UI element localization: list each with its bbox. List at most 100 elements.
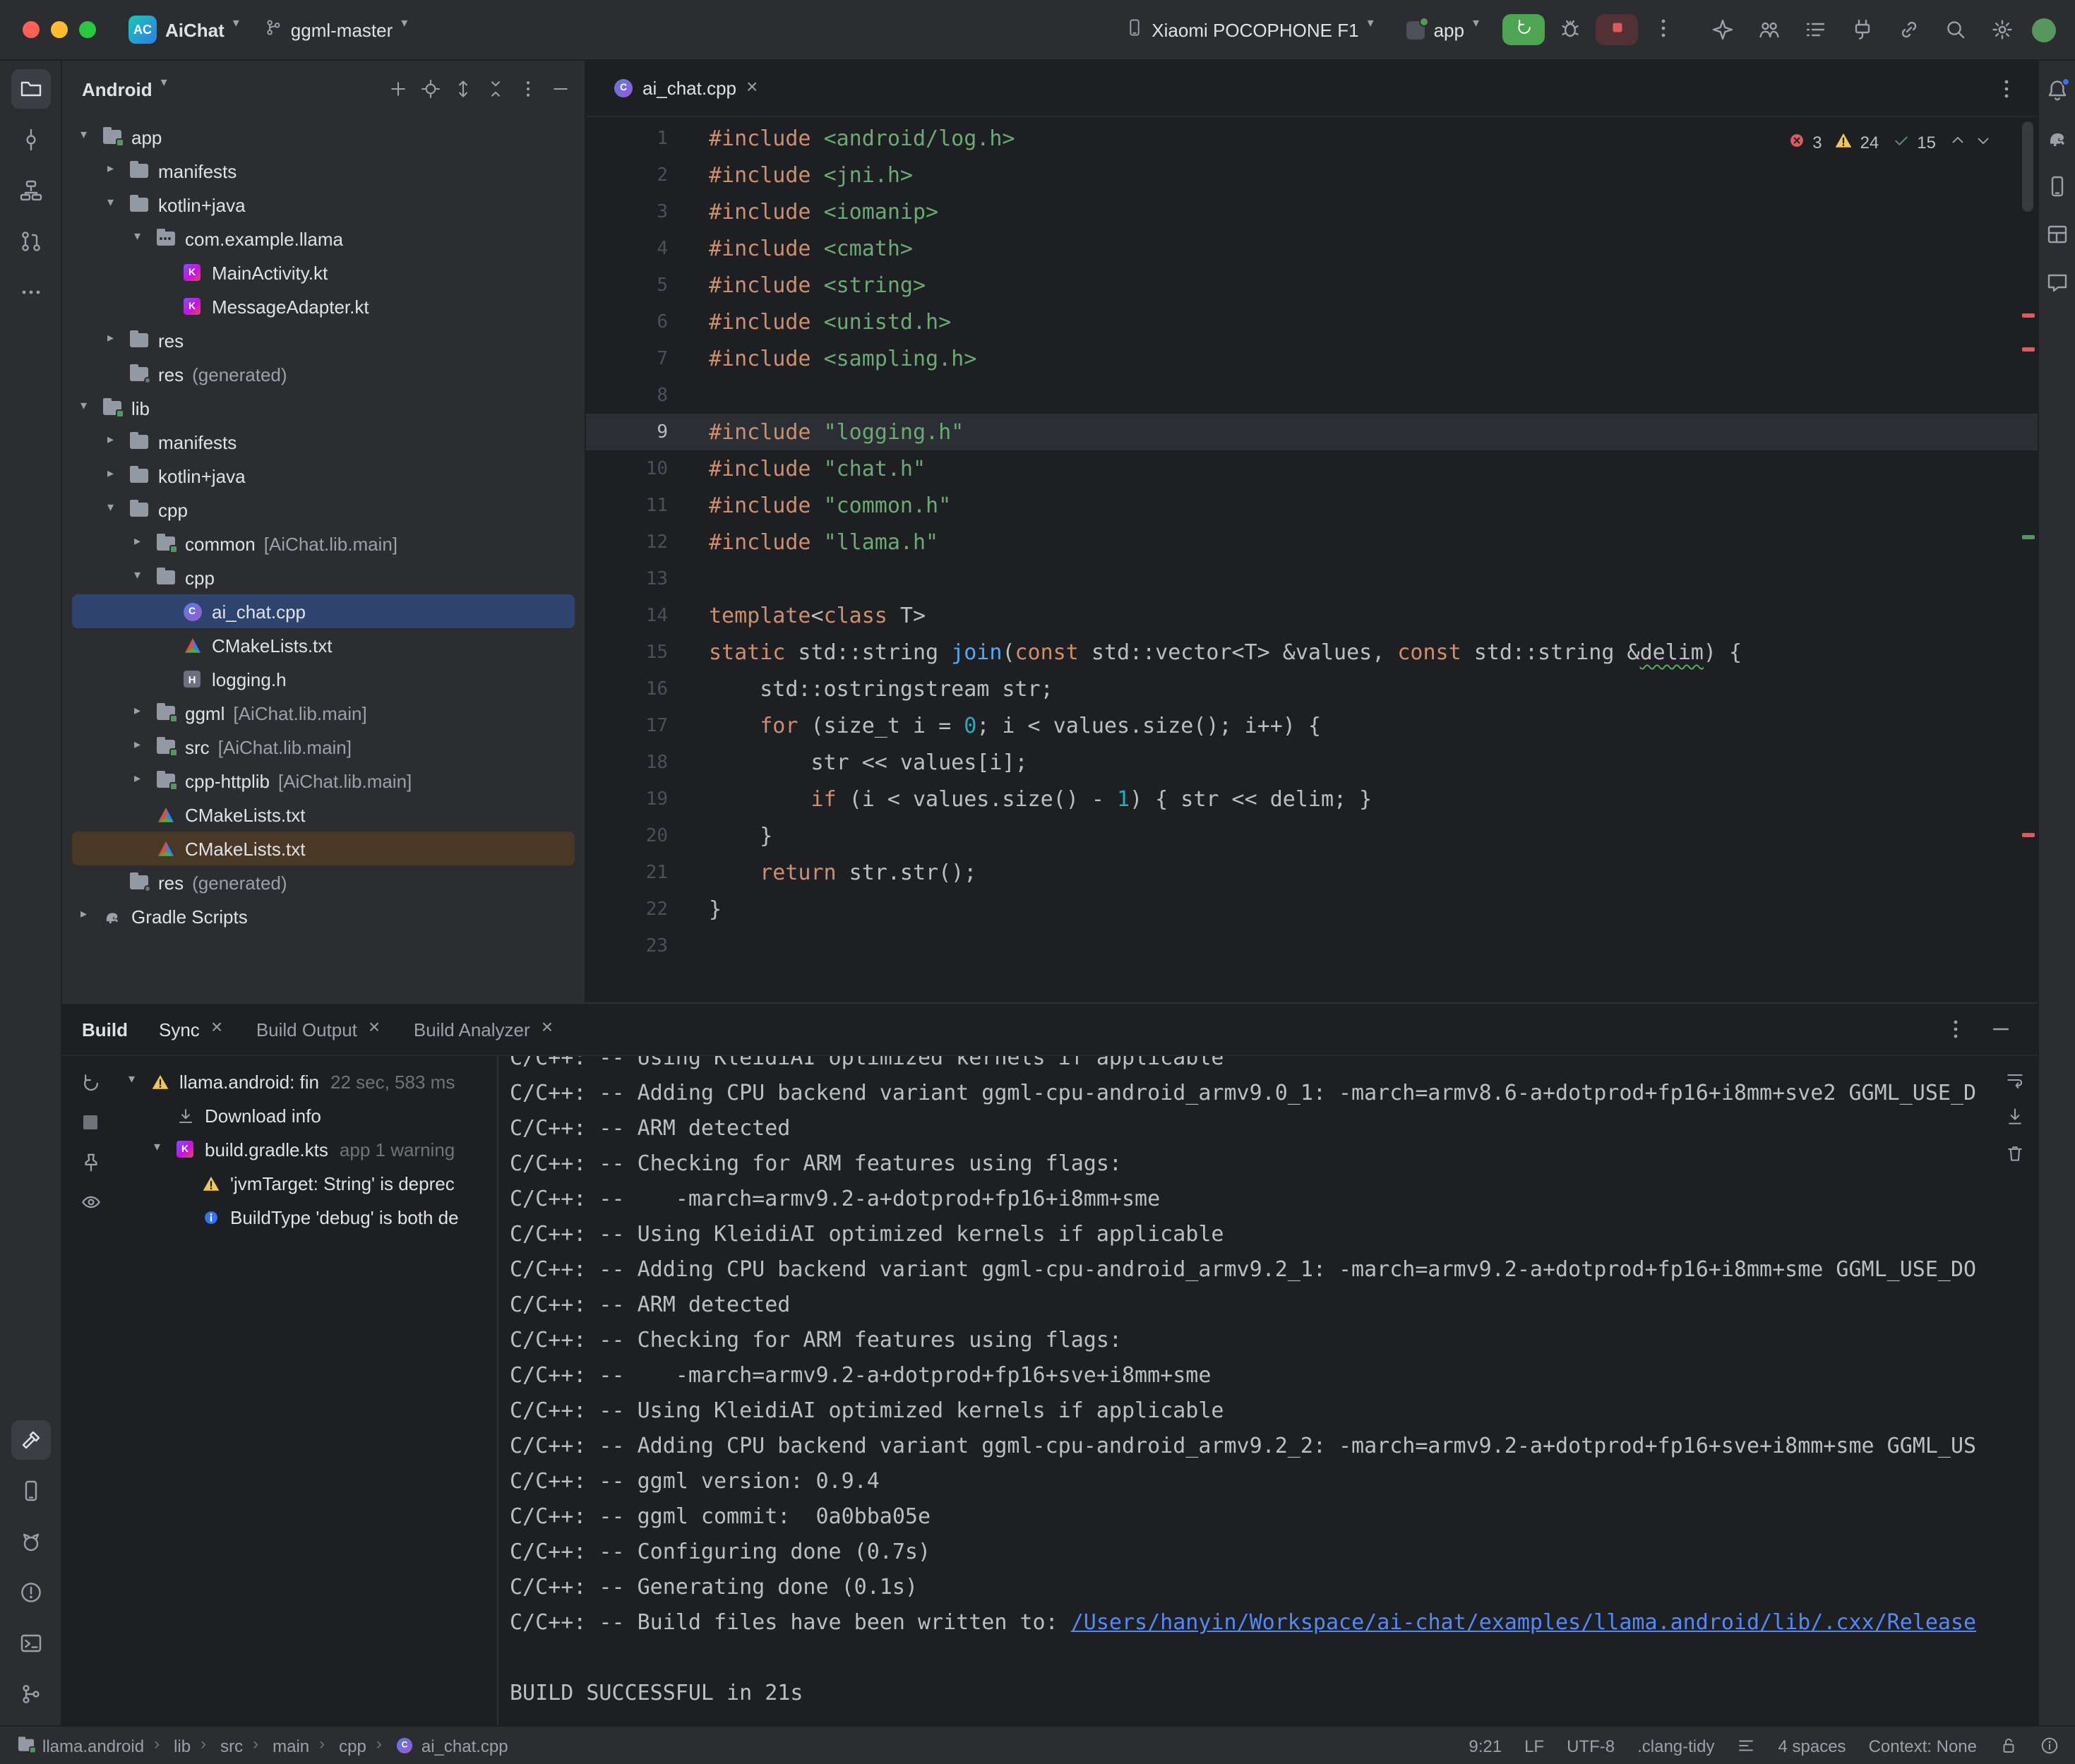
lock-icon[interactable] [1999, 1736, 2018, 1755]
caret-position[interactable]: 9:21 [1469, 1736, 1502, 1756]
build-tool-button[interactable] [11, 1420, 50, 1460]
code-area[interactable]: 1#include <android/log.h>2#include <jni.… [586, 117, 2038, 1002]
tree-item-app[interactable]: app [72, 120, 575, 154]
breadcrumb-item-ai-chat-cpp[interactable]: Cai_chat.cpp [396, 1736, 508, 1756]
minimize-window-button[interactable] [51, 21, 68, 38]
clear-console-button[interactable] [1999, 1138, 2031, 1169]
editor-tab[interactable]: C ai_chat.cpp [600, 61, 775, 116]
build-tab-build-output[interactable]: Build Output [256, 1019, 383, 1040]
search-button[interactable] [1939, 13, 1973, 47]
gradle-tool-button[interactable] [2042, 123, 2073, 154]
tree-item-res[interactable]: res(generated) [72, 865, 575, 899]
run-config-selector[interactable]: app [1397, 15, 1494, 44]
error-stripe-mark[interactable] [2022, 347, 2035, 352]
hide-build-panel-button[interactable] [1984, 1012, 2018, 1046]
error-stripe-mark[interactable] [2022, 313, 2035, 318]
stop-button[interactable] [1596, 14, 1638, 45]
next-problem-button[interactable] [1974, 131, 1992, 154]
panel-options-button[interactable] [513, 73, 544, 104]
tree-item-manifests[interactable]: manifests [72, 425, 575, 459]
editor-tab-options-button[interactable] [1990, 71, 2023, 105]
chevron-expanded-icon[interactable] [103, 498, 126, 521]
chevron-collapsed-icon[interactable] [103, 160, 126, 182]
project-tool-button[interactable] [11, 69, 50, 109]
stop-build-button[interactable] [75, 1107, 106, 1138]
hide-panel-button[interactable] [545, 73, 576, 104]
breadcrumb-item-lib[interactable]: lib [174, 1736, 191, 1756]
expand-all-button[interactable] [448, 73, 479, 104]
chevron-collapsed-icon[interactable] [103, 464, 126, 487]
tree-item-cmakelists-txt[interactable]: CMakeLists.txt [72, 798, 575, 832]
project-widget[interactable]: AC AiChat [119, 11, 254, 48]
remote-link-button[interactable] [1892, 13, 1926, 47]
chevron-expanded-icon[interactable] [130, 227, 153, 250]
breadcrumb-item-cpp[interactable]: cpp [339, 1736, 366, 1756]
build-tree-item-llama-android-fin[interactable]: llama.android: fin22 sec, 583 ms [119, 1064, 497, 1098]
tree-item-cpp[interactable]: cpp [72, 493, 575, 527]
breadcrumb-item-src[interactable]: src [220, 1736, 243, 1756]
build-tree-item-buildtype-debug-is-both-de[interactable]: BuildType 'debug' is both de [119, 1200, 497, 1234]
more-tool-button[interactable] [11, 272, 50, 312]
tree-item-cpp[interactable]: cpp [72, 560, 575, 594]
build-tab-sync[interactable]: Sync [159, 1019, 225, 1040]
rerun-build-button[interactable] [75, 1067, 106, 1098]
zoom-window-button[interactable] [79, 21, 96, 38]
line-separator[interactable]: LF [1524, 1736, 1544, 1756]
version-control-tool-button[interactable] [11, 1674, 50, 1714]
tree-item-ggml[interactable]: ggml[AiChat.lib.main] [72, 696, 575, 730]
chevron-collapsed-icon[interactable] [130, 769, 153, 792]
ai-assistant-button[interactable] [1706, 13, 1740, 47]
chevron-collapsed-icon[interactable] [76, 905, 99, 928]
commit-tool-button[interactable] [11, 120, 50, 160]
scroll-to-end-button[interactable] [1999, 1101, 2031, 1132]
close-tab-icon[interactable] [542, 1019, 556, 1039]
branch-widget[interactable]: ggml-master [254, 14, 423, 45]
build-tab-build-analyzer[interactable]: Build Analyzer [414, 1019, 556, 1040]
collapse-all-button[interactable] [480, 73, 511, 104]
problems-tool-button[interactable] [11, 1573, 50, 1612]
tree-item-cpp-httplib[interactable]: cpp-httplib[AiChat.lib.main] [72, 764, 575, 798]
tree-item-lib[interactable]: lib [72, 391, 575, 425]
tree-item-src[interactable]: src[AiChat.lib.main] [72, 730, 575, 764]
logcat-tool-button[interactable] [11, 1522, 50, 1561]
chevron-collapsed-icon[interactable] [130, 702, 153, 724]
tree-item-common[interactable]: common[AiChat.lib.main] [72, 527, 575, 560]
error-stripe[interactable] [2018, 117, 2038, 1002]
add-button[interactable] [383, 73, 414, 104]
tree-item-ai-chat-cpp[interactable]: Cai_chat.cpp [72, 594, 575, 628]
device-manager-tool-button[interactable] [11, 1471, 50, 1511]
chevron-expanded-icon[interactable] [124, 1070, 147, 1093]
breadcrumb-item-main[interactable]: main [273, 1736, 309, 1756]
resolve-context[interactable]: Context: None [1869, 1736, 1977, 1756]
pull-requests-tool-button[interactable] [11, 222, 50, 261]
locate-file-button[interactable] [415, 73, 446, 104]
tree-item-logging-h[interactable]: Hlogging.h [72, 662, 575, 696]
close-tab-icon[interactable] [746, 78, 760, 98]
soft-wrap-button[interactable] [1999, 1064, 2031, 1096]
chevron-expanded-icon[interactable] [103, 193, 126, 216]
indent-config[interactable]: 4 spaces [1778, 1736, 1846, 1756]
todo-button[interactable] [1799, 13, 1833, 47]
tree-item-res[interactable]: res [72, 323, 575, 357]
tree-item-res[interactable]: res(generated) [72, 357, 575, 391]
tree-item-mainactivity-kt[interactable]: KMainActivity.kt [72, 256, 575, 289]
chevron-collapsed-icon[interactable] [103, 431, 126, 453]
formatter-icon[interactable] [1738, 1736, 1756, 1755]
build-console[interactable]: C/C++: -- Using KleidiAI optimized kerne… [497, 1056, 2038, 1725]
tree-item-gradle-scripts[interactable]: Gradle Scripts [72, 899, 575, 933]
tree-item-messageadapter-kt[interactable]: KMessageAdapter.kt [72, 289, 575, 323]
app-quality-insights-tool-button[interactable] [2042, 267, 2073, 298]
close-window-button[interactable] [23, 21, 40, 38]
layout-inspector-tool-button[interactable] [2042, 219, 2073, 250]
info-icon[interactable] [2040, 1736, 2059, 1755]
pin-tab-button[interactable] [75, 1146, 106, 1177]
close-tab-icon[interactable] [211, 1019, 225, 1039]
chevron-expanded-icon[interactable] [150, 1138, 172, 1160]
tree-item-kotlin-java[interactable]: kotlin+java [72, 188, 575, 222]
chevron-collapsed-icon[interactable] [103, 329, 126, 352]
view-options-button[interactable] [75, 1186, 106, 1217]
more-actions-button[interactable] [1646, 13, 1680, 47]
chevron-collapsed-icon[interactable] [130, 736, 153, 758]
notifications-tool-button[interactable] [2042, 75, 2073, 106]
chevron-expanded-icon[interactable] [76, 397, 99, 419]
